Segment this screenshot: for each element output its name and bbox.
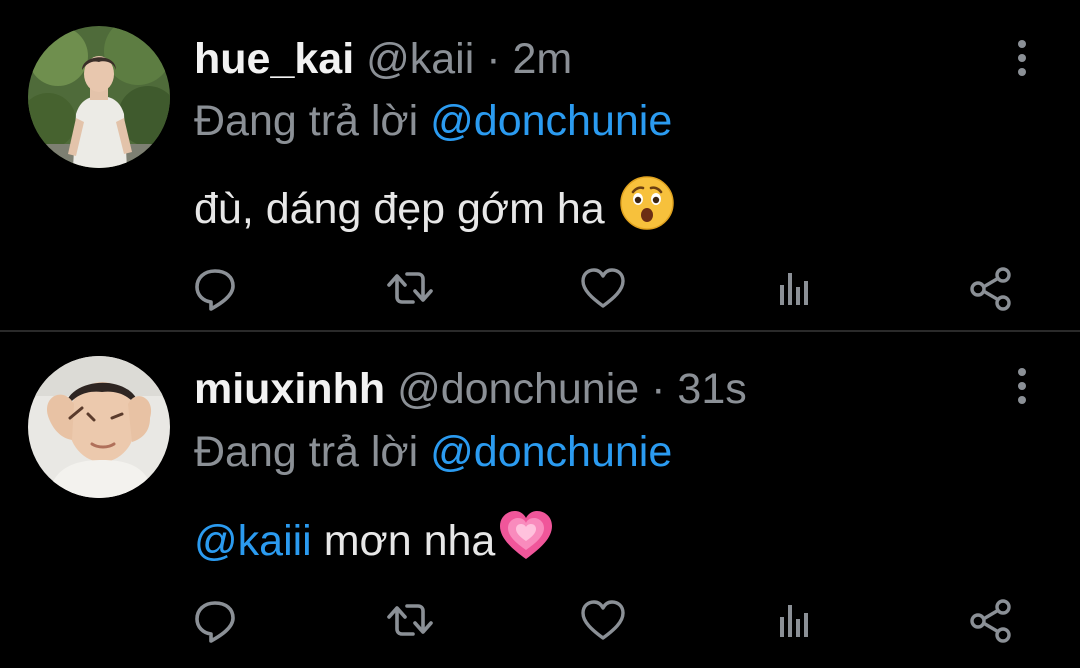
separator-dot: · bbox=[486, 35, 501, 83]
reply-button[interactable] bbox=[190, 263, 240, 313]
tweet[interactable]: miuxinhh @donchunie · 31s Đang trả lời @… bbox=[0, 332, 1080, 668]
display-name[interactable]: hue_kai bbox=[194, 35, 354, 83]
share-button[interactable] bbox=[966, 263, 1016, 313]
separator-dot: · bbox=[651, 365, 666, 413]
user-handle[interactable]: @kaii bbox=[366, 35, 474, 83]
like-icon bbox=[578, 263, 628, 313]
replying-to-mention[interactable]: @donchunie bbox=[430, 97, 672, 145]
tweet-body: mơn nha bbox=[323, 517, 496, 565]
timestamp[interactable]: 2m bbox=[513, 35, 573, 83]
retweet-icon bbox=[385, 263, 435, 313]
like-button[interactable] bbox=[578, 263, 628, 313]
replying-to-mention[interactable]: @donchunie bbox=[430, 428, 672, 476]
tweet-text: @kaiii mơn nha bbox=[194, 507, 555, 575]
share-button[interactable] bbox=[966, 595, 1016, 645]
more-options-button[interactable] bbox=[1010, 38, 1034, 78]
avatar[interactable] bbox=[28, 356, 170, 498]
body-mention[interactable]: @kaiii bbox=[194, 517, 312, 565]
replying-to-label: Đang trả lời bbox=[194, 428, 419, 476]
more-vertical-icon bbox=[1010, 366, 1034, 406]
share-icon bbox=[966, 263, 1016, 313]
replying-to-line: Đang trả lời @donchunie bbox=[194, 96, 672, 146]
stats-button[interactable] bbox=[770, 595, 820, 645]
reply-icon bbox=[190, 263, 240, 313]
reply-icon bbox=[190, 595, 240, 645]
hushed-face-icon bbox=[619, 175, 675, 243]
more-options-button[interactable] bbox=[1010, 366, 1034, 406]
growing-heart-icon bbox=[497, 507, 555, 575]
replying-to-line: Đang trả lời @donchunie bbox=[194, 427, 672, 477]
like-icon bbox=[578, 595, 628, 645]
reply-button[interactable] bbox=[190, 595, 240, 645]
stats-button[interactable] bbox=[770, 263, 820, 313]
display-name[interactable]: miuxinhh bbox=[194, 365, 385, 413]
tweet-body: đù, dáng đẹp gớm ha bbox=[194, 185, 605, 233]
tweet[interactable]: hue_kai @kaii · 2m Đang trả lời @donchun… bbox=[0, 0, 1080, 330]
stats-icon bbox=[770, 263, 820, 313]
tweet-header: miuxinhh @donchunie · 31s bbox=[194, 364, 747, 414]
stats-icon bbox=[770, 595, 820, 645]
retweet-icon bbox=[385, 595, 435, 645]
like-button[interactable] bbox=[578, 595, 628, 645]
replying-to-label: Đang trả lời bbox=[194, 97, 419, 145]
user-handle[interactable]: @donchunie bbox=[397, 365, 639, 413]
retweet-button[interactable] bbox=[385, 263, 435, 313]
more-vertical-icon bbox=[1010, 38, 1034, 78]
share-icon bbox=[966, 595, 1016, 645]
timestamp[interactable]: 31s bbox=[677, 365, 746, 413]
avatar[interactable] bbox=[28, 26, 170, 168]
tweet-text: đù, dáng đẹp gớm ha bbox=[194, 175, 675, 243]
retweet-button[interactable] bbox=[385, 595, 435, 645]
tweet-header: hue_kai @kaii · 2m bbox=[194, 34, 572, 84]
